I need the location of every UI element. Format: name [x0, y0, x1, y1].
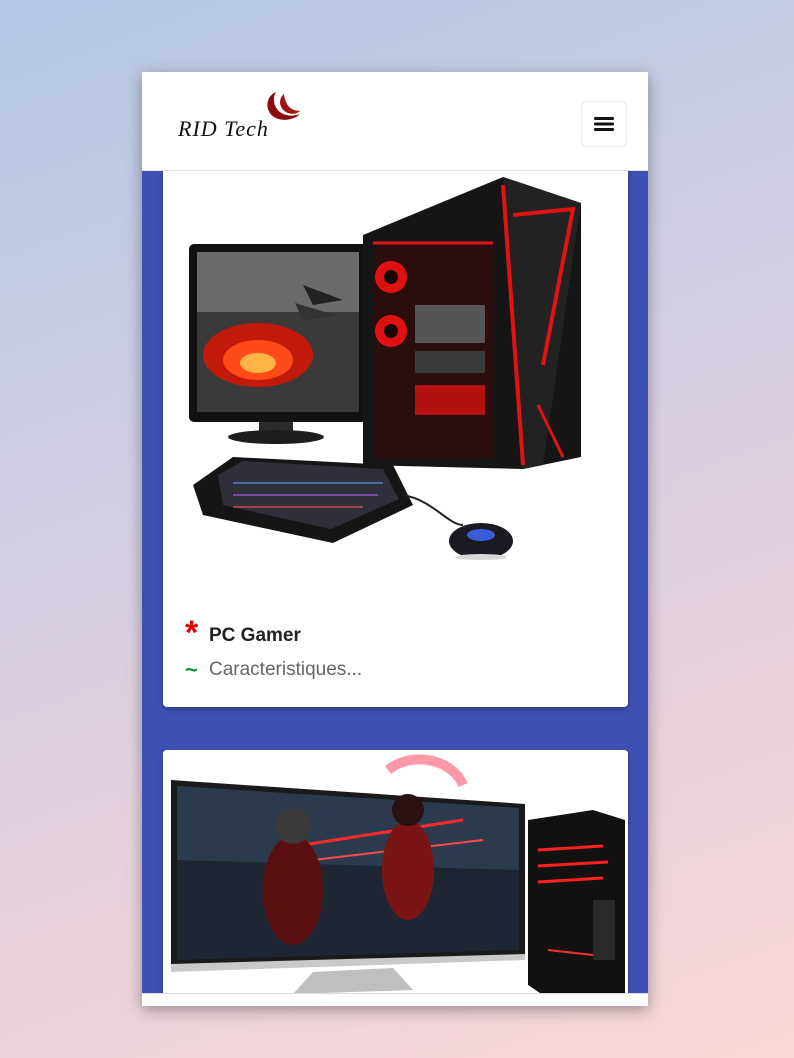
- brand-logo[interactable]: RID Tech: [178, 90, 308, 146]
- asterisk-icon: *: [185, 614, 199, 652]
- brand-name: RID Tech: [178, 116, 269, 141]
- product-card[interactable]: * PC Gamer ~ Caracteristiques...: [163, 165, 628, 707]
- product-subtitle-row: ~ Caracteristiques...: [185, 659, 362, 681]
- product-details-link[interactable]: Caracteristiques...: [209, 659, 362, 681]
- tilde-icon: ~: [185, 657, 198, 682]
- phone-frame: RID Tech * PC Gamer ~ Caracteristiques..…: [142, 72, 648, 1006]
- bottom-bar: [142, 993, 648, 1006]
- navbar: RID Tech: [142, 72, 648, 171]
- hamburger-icon: [594, 117, 614, 131]
- product-card[interactable]: [163, 750, 628, 1006]
- menu-button[interactable]: [581, 101, 627, 147]
- gaming-monitor-image: [163, 750, 628, 1006]
- product-title-row: * PC Gamer: [185, 614, 301, 652]
- main-content[interactable]: * PC Gamer ~ Caracteristiques...: [142, 165, 648, 1006]
- product-title[interactable]: PC Gamer: [209, 625, 301, 647]
- gaming-pc-image: [163, 165, 628, 585]
